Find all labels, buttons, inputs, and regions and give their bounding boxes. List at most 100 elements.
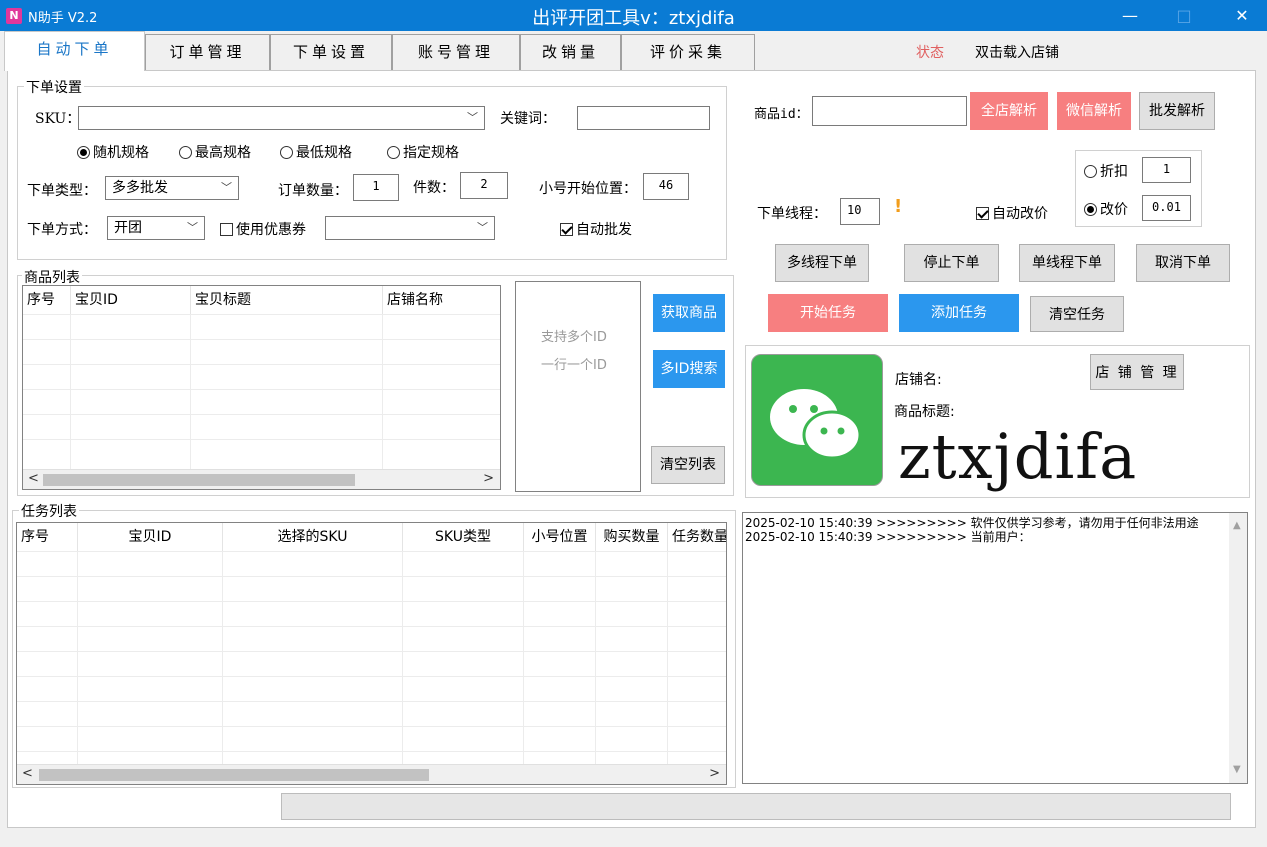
keyword-input[interactable] — [577, 106, 710, 130]
load-store-link[interactable]: 双击载入店铺 — [975, 42, 1059, 62]
chevron-down-icon: ﹀ — [477, 221, 488, 234]
product-title-label: 商品标题: — [894, 404, 955, 420]
auto-price-checkbox[interactable]: 自动改价 — [976, 203, 1048, 223]
radio-random-spec[interactable]: 随机规格 — [77, 142, 149, 162]
pieces-input[interactable]: 2 — [460, 172, 508, 199]
table-row — [23, 314, 500, 339]
sku-select[interactable]: ﹀ — [78, 106, 485, 130]
task-table-header: 序号 宝贝ID 选择的SKU SKU类型 小号位置 购买数量 任务数量 — [17, 523, 726, 551]
start-task-button[interactable]: 开始任务 — [768, 294, 888, 332]
progress-bar — [281, 793, 1231, 820]
product-table-scrollbar[interactable]: < > — [23, 469, 500, 489]
scroll-down-icon[interactable]: ▼ — [1233, 763, 1241, 777]
table-row — [23, 389, 500, 414]
log-output[interactable]: 2025-02-10 15:40:39 >>>>>>>>> 软件仅供学习参考，请… — [742, 512, 1248, 784]
table-row — [23, 414, 500, 439]
single-thread-order-button[interactable]: 单线程下单 — [1019, 244, 1115, 282]
auto-batch-checkbox[interactable]: 自动批发 — [560, 219, 632, 239]
scroll-thumb[interactable] — [39, 769, 429, 781]
store-manage-button[interactable]: 店 铺 管 理 — [1090, 354, 1184, 390]
scroll-thumb[interactable] — [43, 474, 355, 486]
multi-id-hint-2: 一行一个ID — [541, 358, 607, 373]
order-mode-label: 下单方式： — [27, 222, 97, 238]
shop-parse-button[interactable]: 全店解析 — [970, 92, 1048, 130]
multi-thread-order-button[interactable]: 多线程下单 — [775, 244, 869, 282]
start-pos-input[interactable]: 46 — [643, 173, 689, 200]
clear-task-button[interactable]: 清空任务 — [1030, 296, 1124, 332]
order-mode-select[interactable]: 开团 ﹀ — [107, 216, 205, 240]
table-row — [17, 726, 726, 751]
order-qty-input[interactable]: 1 — [353, 174, 399, 201]
chevron-down-icon: ﹀ — [187, 221, 198, 234]
column-header[interactable]: 宝贝ID — [78, 523, 223, 551]
title-bar: N N助手 V2.2 出评开团工具v：ztxjdifa — □ ✕ — [0, 0, 1267, 31]
cancel-order-button[interactable]: 取消下单 — [1136, 244, 1230, 282]
column-header[interactable]: 任务数量 — [668, 523, 726, 551]
thread-input[interactable]: 10 — [840, 198, 880, 225]
table-row — [17, 676, 726, 701]
tab-change-sales[interactable]: 改销量 — [520, 34, 621, 70]
scroll-left-icon[interactable]: < — [22, 766, 33, 781]
tab-review-collect[interactable]: 评价采集 — [621, 34, 755, 70]
stop-order-button[interactable]: 停止下单 — [904, 244, 999, 282]
table-row — [17, 601, 726, 626]
order-type-label: 下单类型： — [27, 183, 97, 199]
clear-list-button[interactable]: 清空列表 — [651, 446, 725, 484]
product-table[interactable]: 序号 宝贝ID 宝贝标题 店铺名称 < > — [22, 285, 501, 490]
table-row — [23, 439, 500, 464]
fetch-products-button[interactable]: 获取商品 — [653, 294, 725, 332]
chevron-down-icon: ﹀ — [221, 181, 232, 194]
column-header[interactable]: 选择的SKU — [223, 523, 403, 551]
wechat-parse-button[interactable]: 微信解析 — [1057, 92, 1131, 130]
task-table-scrollbar[interactable]: < > — [17, 764, 726, 784]
column-header[interactable]: SKU类型 — [403, 523, 524, 551]
radio-discount[interactable]: 折扣 — [1084, 161, 1128, 181]
tab-account-manage[interactable]: 账号管理 — [392, 34, 520, 70]
column-header[interactable]: 宝贝ID — [71, 286, 191, 314]
scroll-left-icon[interactable]: < — [28, 471, 39, 486]
watermark-text: ztxjdifa — [898, 420, 1138, 493]
table-row — [23, 339, 500, 364]
checkbox-box — [220, 223, 233, 236]
table-row — [17, 576, 726, 601]
task-table[interactable]: 序号 宝贝ID 选择的SKU SKU类型 小号位置 购买数量 任务数量 < > — [16, 522, 727, 785]
add-task-button[interactable]: 添加任务 — [899, 294, 1019, 332]
log-scrollbar[interactable]: ▲ ▼ — [1229, 513, 1247, 783]
radio-change-price[interactable]: 改价 — [1084, 199, 1128, 219]
scroll-up-icon[interactable]: ▲ — [1233, 519, 1241, 533]
tab-order-manage[interactable]: 订单管理 — [145, 34, 270, 70]
coupon-checkbox[interactable]: 使用优惠券 — [220, 219, 306, 239]
change-price-input[interactable]: 0.01 — [1142, 195, 1191, 221]
wechat-icon — [751, 354, 883, 486]
close-button[interactable]: ✕ — [1219, 0, 1265, 31]
product-table-header: 序号 宝贝ID 宝贝标题 店铺名称 — [23, 286, 500, 314]
column-header[interactable]: 购买数量 — [596, 523, 668, 551]
radio-highest-spec[interactable]: 最高规格 — [179, 142, 251, 162]
radio-dot — [1084, 165, 1097, 178]
log-line: 2025-02-10 15:40:39 >>>>>>>>> 软件仅供学习参考，请… — [745, 516, 1199, 530]
minimize-button[interactable]: — — [1107, 0, 1153, 31]
table-row — [17, 651, 726, 676]
coupon-select[interactable]: ﹀ — [325, 216, 495, 240]
column-header[interactable]: 序号 — [17, 523, 78, 551]
tab-auto-order[interactable]: 自动下单 — [4, 31, 145, 71]
radio-lowest-spec[interactable]: 最低规格 — [280, 142, 352, 162]
scroll-right-icon[interactable]: > — [709, 766, 720, 781]
status-label: 状态 — [916, 45, 944, 61]
multi-id-textarea[interactable]: 支持多个ID 一行一个ID — [515, 281, 641, 492]
scroll-right-icon[interactable]: > — [483, 471, 494, 486]
multi-id-search-button[interactable]: 多ID搜索 — [653, 350, 725, 388]
discount-input[interactable]: 1 — [1142, 157, 1191, 183]
batch-parse-button[interactable]: 批发解析 — [1139, 92, 1215, 130]
product-id-input[interactable] — [812, 96, 967, 126]
order-type-select[interactable]: 多多批发 ﹀ — [105, 176, 239, 200]
tab-order-settings[interactable]: 下单设置 — [270, 34, 392, 70]
order-qty-label: 订单数量： — [278, 183, 348, 199]
start-pos-label: 小号开始位置： — [539, 181, 637, 197]
column-header[interactable]: 店铺名称 — [383, 286, 500, 314]
maximize-button[interactable]: □ — [1161, 0, 1207, 31]
column-header[interactable]: 小号位置 — [524, 523, 596, 551]
radio-specified-spec[interactable]: 指定规格 — [387, 142, 459, 162]
column-header[interactable]: 宝贝标题 — [191, 286, 383, 314]
column-header[interactable]: 序号 — [23, 286, 71, 314]
